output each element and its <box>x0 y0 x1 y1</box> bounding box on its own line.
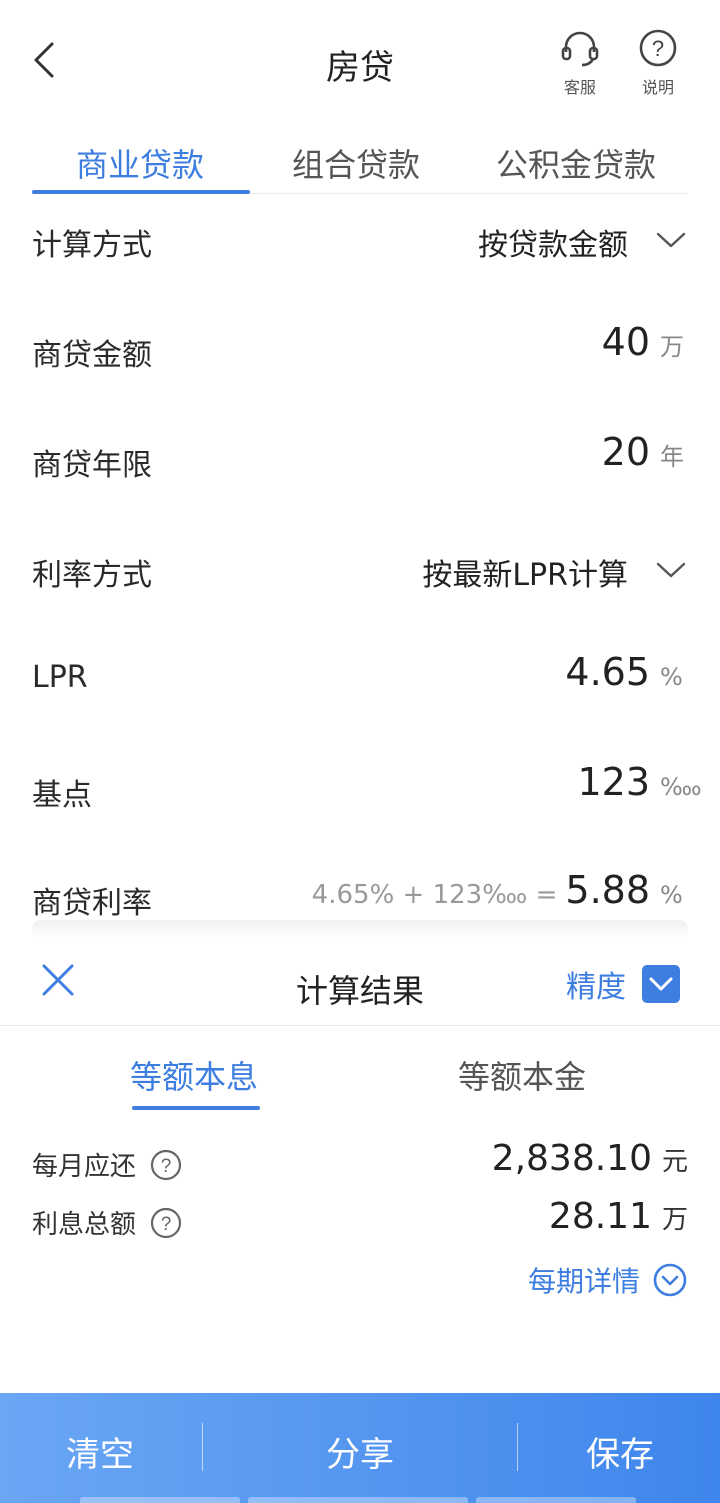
active-result-tab-indicator <box>132 1106 260 1110</box>
total-interest-row: 利息总额 ? 28.11 万 <box>32 1196 688 1246</box>
calc-method-row[interactable]: 计算方式 按贷款金额 <box>32 210 688 270</box>
save-button[interactable]: 保存 <box>520 1427 720 1476</box>
lpr-row: LPR 4.65 % <box>32 650 688 710</box>
loan-amount-input[interactable]: 40 <box>602 320 650 364</box>
loan-years-input[interactable]: 20 <box>602 430 650 474</box>
rate-method-row[interactable]: 利率方式 按最新LPR计算 <box>32 540 688 600</box>
page-title: 房贷 <box>326 48 394 88</box>
precision-checkbox[interactable] <box>642 965 680 1003</box>
clear-button[interactable]: 清空 <box>0 1427 200 1476</box>
loan-rate-row: 商贷利率 4.65% + 123‱ = 5.88 % <box>32 868 688 928</box>
tab-provident-fund-loan[interactable]: 公积金贷款 <box>496 140 656 186</box>
customer-service-button[interactable]: 客服 <box>550 28 610 98</box>
period-details-link[interactable]: 每期详情 <box>528 1260 688 1300</box>
loan-rate-unit: % <box>660 881 683 909</box>
lpr-unit: % <box>660 663 683 691</box>
chevron-down-icon[interactable] <box>654 230 688 250</box>
precision-label: 精度 <box>566 970 626 1005</box>
loan-years-label: 商贷年限 <box>32 448 152 483</box>
repayment-method-tabs: 等额本息 等额本金 <box>0 1040 720 1112</box>
basis-points-input[interactable]: 123 <box>577 760 650 804</box>
basis-points-row: 基点 123 ‱ <box>32 760 702 820</box>
decorative-strip <box>248 1497 468 1503</box>
decorative-strip <box>80 1497 240 1503</box>
bottom-action-bar: 清空 分享 保存 <box>0 1393 720 1503</box>
divider <box>202 1423 203 1471</box>
loan-rate-value: 5.88 <box>565 868 650 912</box>
total-interest-unit: 万 <box>661 1205 688 1235</box>
monthly-payment-label: 每月应还 <box>32 1152 137 1182</box>
help-glyph: ? <box>652 36 664 61</box>
divider <box>517 1423 518 1471</box>
loan-rate-formula: 4.65% + 123‱ = <box>311 880 558 910</box>
tab-equal-installment[interactable]: 等额本息 <box>130 1052 258 1098</box>
loan-years-row: 商贷年限 20 年 <box>32 430 688 490</box>
svg-text:?: ? <box>161 1156 172 1177</box>
header: 房贷 客服 ? 说明 <box>0 0 720 120</box>
chevron-down-circle-icon <box>653 1263 687 1297</box>
monthly-payment-unit: 元 <box>661 1147 688 1177</box>
calc-method-label: 计算方式 <box>32 228 152 263</box>
tab-commercial-loan[interactable]: 商业贷款 <box>76 140 204 186</box>
help-button[interactable]: ? 说明 <box>628 28 688 98</box>
chevron-down-icon[interactable] <box>654 560 688 580</box>
decorative-strip <box>476 1497 636 1503</box>
loan-amount-label: 商贷金额 <box>32 338 152 373</box>
precision-toggle[interactable]: 精度 <box>566 962 680 1006</box>
total-interest-label: 利息总额 <box>32 1210 137 1240</box>
rate-method-value[interactable]: 按最新LPR计算 <box>422 550 628 594</box>
chevron-down-icon <box>649 977 673 991</box>
calc-method-value[interactable]: 按贷款金额 <box>478 220 628 264</box>
period-details-label: 每期详情 <box>527 1265 640 1298</box>
question-circle-icon[interactable]: ? <box>150 1149 182 1181</box>
loan-years-unit: 年 <box>660 443 684 471</box>
question-circle-icon: ? <box>639 29 677 67</box>
total-interest-value: 28.11 <box>548 1196 652 1237</box>
loan-rate-label: 商贷利率 <box>32 886 152 921</box>
tab-combined-loan[interactable]: 组合贷款 <box>292 140 420 186</box>
basis-points-label: 基点 <box>32 778 92 813</box>
share-button[interactable]: 分享 <box>260 1427 460 1476</box>
headset-icon <box>561 31 599 67</box>
lpr-input[interactable]: 4.65 <box>565 650 650 694</box>
loan-amount-row: 商贷金额 40 万 <box>32 320 688 380</box>
panel-shadow <box>32 920 688 938</box>
monthly-payment-value: 2,838.10 <box>491 1138 652 1179</box>
help-label: 说明 <box>641 78 674 97</box>
lpr-label: LPR <box>32 660 88 695</box>
result-panel-header: 计算结果 精度 <box>0 940 720 1026</box>
svg-text:?: ? <box>161 1214 172 1235</box>
tab-equal-principal[interactable]: 等额本金 <box>458 1052 586 1098</box>
loan-type-tabs: 商业贷款 组合贷款 公积金贷款 <box>32 130 688 194</box>
loan-amount-unit: 万 <box>660 333 684 361</box>
customer-service-label: 客服 <box>563 78 596 97</box>
monthly-payment-row: 每月应还 ? 2,838.10 元 <box>32 1138 688 1188</box>
question-circle-icon[interactable]: ? <box>150 1207 182 1239</box>
active-tab-indicator <box>32 190 250 194</box>
rate-method-label: 利率方式 <box>32 558 152 593</box>
basis-points-unit: ‱ <box>660 773 702 801</box>
